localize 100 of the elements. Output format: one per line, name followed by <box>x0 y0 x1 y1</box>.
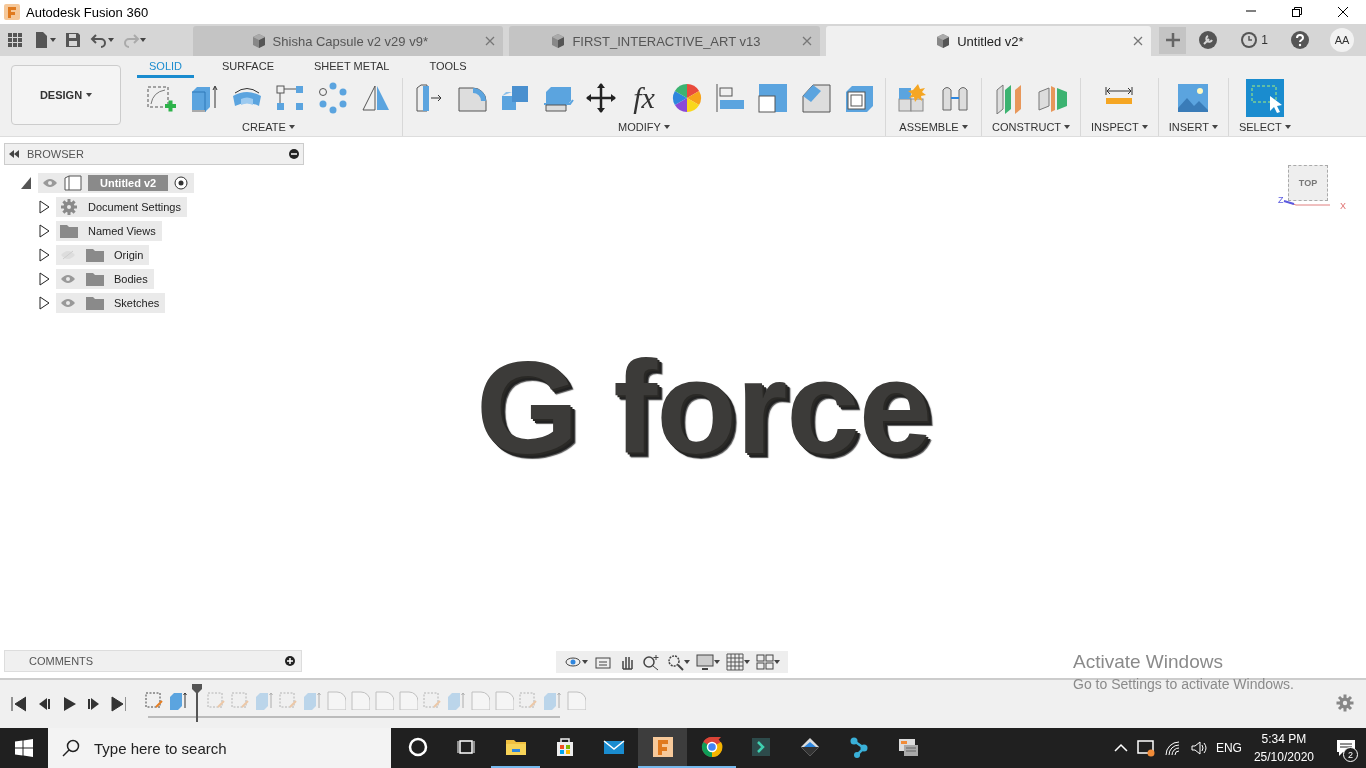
chamfer-tool[interactable] <box>800 81 832 115</box>
folder-icon <box>86 295 104 311</box>
node-label: Bodies <box>114 273 148 285</box>
gear-icon <box>60 199 78 215</box>
toolbar-tab[interactable]: SHEET METAL <box>302 60 402 78</box>
eye-icon[interactable] <box>60 274 76 284</box>
undo-icon <box>90 31 108 49</box>
language-indicator[interactable]: ENG <box>1215 741 1242 755</box>
caret-icon <box>1064 125 1071 129</box>
image-tool[interactable] <box>1177 81 1210 115</box>
folder-icon <box>60 223 78 239</box>
collapsed-triangle-icon[interactable] <box>38 296 50 310</box>
extrude-feature-icon <box>446 690 466 710</box>
caret-icon <box>50 38 56 42</box>
select-icon <box>1245 79 1284 117</box>
group-menu[interactable]: MODIFY <box>618 121 670 133</box>
collapsed-triangle-icon[interactable] <box>38 272 50 286</box>
caret-icon <box>1141 125 1148 129</box>
close-icon[interactable] <box>485 36 496 46</box>
collapsed-triangle-icon[interactable] <box>38 200 50 214</box>
round-app-icon <box>699 735 724 759</box>
clock-date[interactable]: 25/10/2020 <box>1253 748 1314 766</box>
user-avatar[interactable]: AA <box>1330 28 1354 52</box>
toolbar-tab[interactable]: SURFACE <box>210 60 286 78</box>
group-menu[interactable]: CREATE <box>242 121 295 133</box>
search-box[interactable]: Type here to search <box>48 728 391 768</box>
collapsed-triangle-icon[interactable] <box>38 224 50 238</box>
close-icon[interactable] <box>801 36 812 46</box>
zoom-button[interactable] <box>642 652 660 672</box>
search-input[interactable]: Type here to search <box>92 738 376 758</box>
apps-grid-icon <box>6 31 24 49</box>
browser-node[interactable]: Named Views <box>56 221 162 241</box>
browser-node[interactable]: Bodies <box>56 269 154 289</box>
group-menu[interactable]: CONSTRUCT <box>992 121 1071 133</box>
caret-icon <box>108 38 114 42</box>
workspace-button[interactable]: DESIGN <box>11 65 121 125</box>
eye-icon[interactable] <box>60 298 76 308</box>
node-label: Origin <box>114 249 144 261</box>
node-label: Sketches <box>114 297 160 309</box>
move-tool[interactable] <box>585 81 617 115</box>
extrude-feature-icon <box>542 690 562 710</box>
align-tool[interactable] <box>714 81 746 115</box>
node-label: Named Views <box>88 225 156 237</box>
settings-icon[interactable] <box>1336 694 1354 712</box>
fillet-feature-icon <box>470 690 490 710</box>
parameters-tool[interactable]: fx <box>628 81 660 115</box>
tab-label: Untitled v2* <box>957 33 1024 49</box>
skip-end-button[interactable] <box>110 695 126 713</box>
browser-node[interactable]: Origin <box>56 245 150 265</box>
group-menu[interactable]: INSPECT <box>1091 121 1148 133</box>
notifications-button[interactable]: 2 <box>1326 728 1366 768</box>
eye-icon[interactable] <box>42 178 58 188</box>
volume-icon <box>1189 740 1208 756</box>
color-wheel-tool[interactable] <box>671 81 703 115</box>
help-icon <box>1290 30 1310 50</box>
clock-time[interactable]: 5:34 PM <box>1261 730 1307 748</box>
circle-pattern-tool[interactable] <box>317 81 349 115</box>
letter-tile-app-button[interactable] <box>638 728 687 768</box>
cube-face-label[interactable]: TOP <box>1288 165 1328 201</box>
wifi-icon <box>1163 740 1182 756</box>
scale-tool[interactable] <box>757 81 789 115</box>
collapsed-triangle-icon[interactable] <box>38 248 50 262</box>
view-cube[interactable]: TOP Z X <box>1278 157 1348 217</box>
browser-node[interactable]: Document Settings <box>56 197 187 217</box>
expanded-triangle-icon[interactable] <box>20 176 32 190</box>
cube-icon <box>250 33 267 49</box>
document-tab[interactable]: Untitled v2* <box>825 26 1152 56</box>
skip-start-button[interactable] <box>10 695 26 713</box>
chevron-up-icon <box>1113 743 1128 753</box>
extrude-feature-icon <box>302 690 322 710</box>
caret-icon <box>1211 125 1218 129</box>
select-tool[interactable] <box>1245 81 1284 115</box>
step-forward-button[interactable] <box>85 695 101 713</box>
group-menu[interactable]: INSERT <box>1168 121 1218 133</box>
cube-icon <box>935 33 952 49</box>
chamfer-icon <box>800 82 832 114</box>
help-button[interactable] <box>1288 28 1312 52</box>
document-tab[interactable]: Shisha Capsule v2 v29 v9* <box>193 26 504 56</box>
browser-node[interactable]: Sketches <box>56 293 166 313</box>
new-tab-button[interactable] <box>1159 26 1187 54</box>
job-status-button[interactable]: 1 <box>1230 31 1278 49</box>
component-icon <box>64 175 82 191</box>
document-tab[interactable]: FIRST_INTERACTIVE_ART v13 <box>509 26 820 56</box>
toolbar-tab[interactable]: TOOLS <box>417 60 479 78</box>
grid-button[interactable] <box>726 652 750 672</box>
group-menu[interactable]: ASSEMBLE <box>899 121 968 133</box>
caret-icon <box>684 660 690 664</box>
collapse-icon <box>9 150 19 158</box>
close-icon[interactable] <box>1133 36 1144 46</box>
playhead-marker[interactable] <box>192 684 202 722</box>
fit-icon <box>666 653 684 671</box>
fillet-feature-icon <box>566 690 586 710</box>
group-menu[interactable]: SELECT <box>1238 121 1291 133</box>
sketch-feature-icon <box>422 690 442 710</box>
restore-icon <box>1291 6 1303 18</box>
fit-button[interactable] <box>666 652 690 672</box>
save-icon <box>64 31 82 49</box>
add-icon[interactable] <box>285 656 295 666</box>
display-button[interactable] <box>696 652 720 672</box>
viewports-button[interactable] <box>756 652 780 672</box>
